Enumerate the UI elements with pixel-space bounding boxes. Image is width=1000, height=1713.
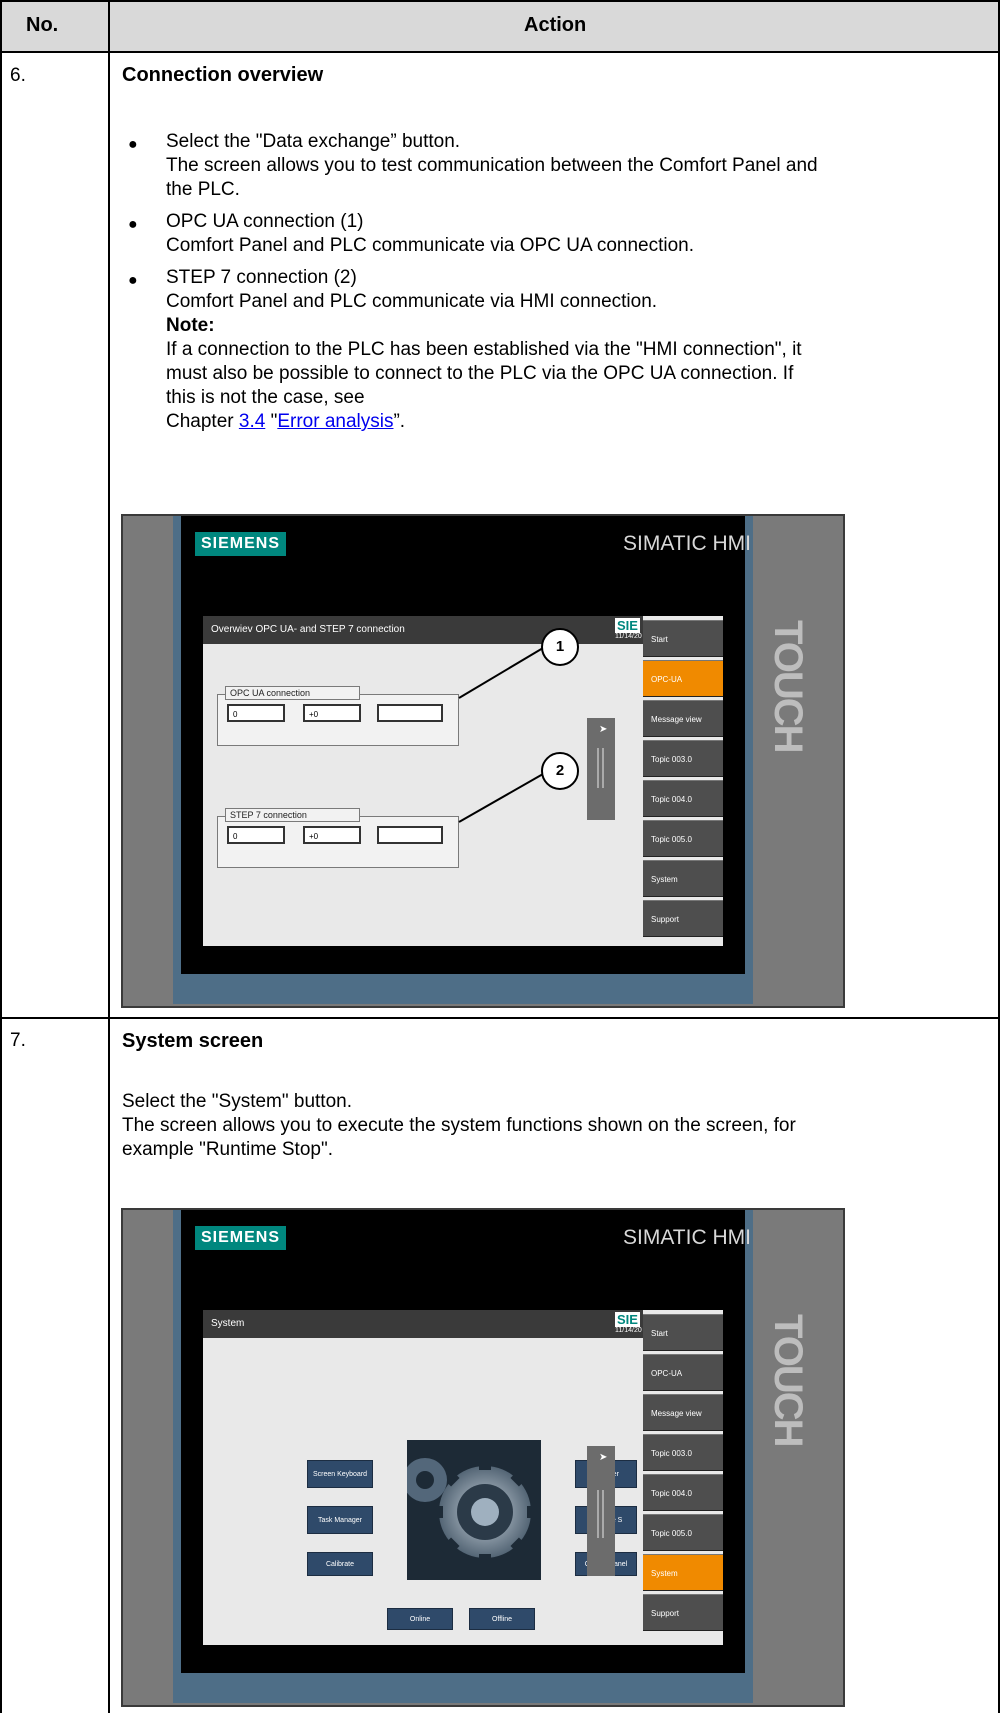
screen-keyboard-button[interactable]: Screen Keyboard xyxy=(307,1460,373,1488)
nav-topic-004[interactable]: Topic 004.0 xyxy=(643,1474,723,1511)
step6-bullet3: STEP 7 connection (2) Comfort Panel and … xyxy=(166,266,986,434)
calibrate-button[interactable]: Calibrate xyxy=(307,1552,373,1576)
hmi-screenshot-connection: SIEMENS SIMATIC HMI TOUCH Overwiev OPC U… xyxy=(121,514,845,1008)
column-divider xyxy=(108,0,110,1713)
note-label: Note: xyxy=(166,315,215,336)
nav-support[interactable]: Support xyxy=(643,1594,723,1631)
simatic-hmi-label: SIMATIC HMI xyxy=(623,1226,751,1249)
siemens-logo: SIEMENS xyxy=(195,1226,287,1250)
cursor-icon: ➤ xyxy=(599,1452,608,1463)
callout-lines xyxy=(458,647,544,823)
chapter-reference: Chapter 3.4 "Error analysis”. xyxy=(166,411,406,432)
error-analysis-link[interactable]: Error analysis xyxy=(277,411,393,432)
nav-opc-ua[interactable]: OPC-UA xyxy=(643,1354,723,1391)
step6-title: Connection overview xyxy=(122,64,324,86)
step6-number: 6. xyxy=(10,65,26,86)
step6-bullet1: Select the "Data exchange” button. The s… xyxy=(166,131,818,200)
table-header xyxy=(0,0,1000,52)
callout-1: 1 xyxy=(541,628,579,666)
chapter-number-link[interactable]: 3.4 xyxy=(239,411,265,432)
screen-title: System xyxy=(203,1310,643,1338)
touch-label: TOUCH xyxy=(766,1314,810,1446)
step7-title: System screen xyxy=(122,1030,264,1052)
nav-system[interactable]: System xyxy=(643,1554,723,1591)
nav-start[interactable]: Start xyxy=(643,1314,723,1351)
bullet-dot: ● xyxy=(128,272,138,289)
offline-button[interactable]: Offline xyxy=(469,1608,535,1630)
nav-topic-003[interactable]: Topic 003.0 xyxy=(643,1434,723,1471)
online-button[interactable]: Online xyxy=(387,1608,453,1630)
task-manager-button[interactable]: Task Manager xyxy=(307,1506,373,1534)
row-divider xyxy=(0,1017,1000,1019)
callout-2: 2 xyxy=(541,752,579,790)
nav-column: Start OPC-UA Message view Topic 003.0 To… xyxy=(643,1310,723,1645)
gear-image xyxy=(407,1440,541,1580)
step6-bullet2: OPC UA connection (1) Comfort Panel and … xyxy=(166,211,695,256)
header-action: Action xyxy=(524,14,587,36)
mini-siemens-logo: SIE xyxy=(615,1312,640,1327)
instruction-table: No. Action 6. Connection overview ● Sele… xyxy=(0,0,1000,1713)
hmi-screen: System SIE 11/14/20 Screen Keyboard Task… xyxy=(203,1310,723,1645)
step7-text: Select the "System" button. The screen a… xyxy=(122,1091,796,1160)
header-divider xyxy=(0,51,1000,53)
table-border-left xyxy=(0,0,2,1713)
nav-topic-005[interactable]: Topic 005.0 xyxy=(643,1514,723,1551)
bullet-dot: ● xyxy=(128,136,138,153)
header-no: No. xyxy=(26,14,59,36)
gear-icon xyxy=(407,1440,541,1580)
bullet-dot: ● xyxy=(128,216,138,233)
nav-message-view[interactable]: Message view xyxy=(643,1394,723,1431)
screen-date: 11/14/20 xyxy=(615,1327,642,1334)
hmi-screenshot-system: SIEMENS SIMATIC HMI TOUCH System SIE 11/… xyxy=(121,1208,845,1707)
sidebar-handle[interactable]: ➤ xyxy=(587,1446,615,1576)
table-border-top xyxy=(0,0,1000,2)
step7-number: 7. xyxy=(10,1030,26,1051)
